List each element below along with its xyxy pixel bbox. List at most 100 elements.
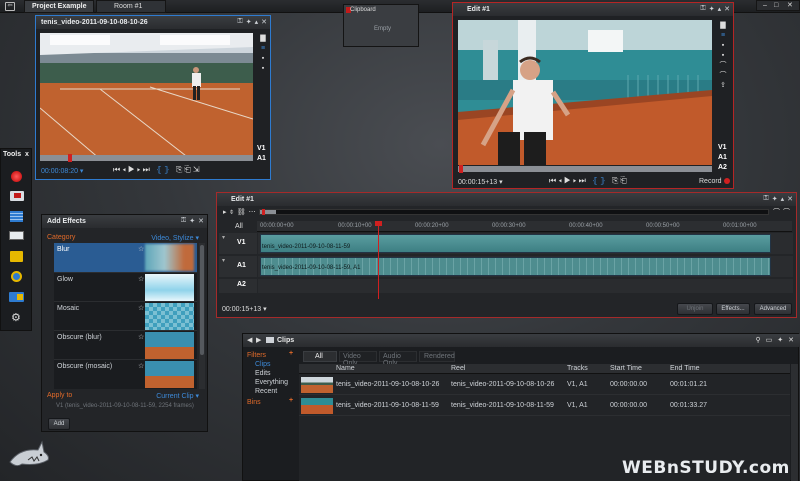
column-header-tracks[interactable]: Tracks: [567, 365, 588, 372]
square-icon[interactable]: ▪: [716, 51, 730, 61]
record-tool-icon[interactable]: [11, 171, 22, 182]
source-timecode[interactable]: 00:00:08:20 ▾: [41, 167, 83, 175]
snap-icon[interactable]: ⋯: [249, 209, 259, 216]
track-v1-label[interactable]: V1: [257, 144, 271, 154]
advanced-button[interactable]: Advanced: [754, 303, 792, 315]
favorite-star-icon[interactable]: ☆: [138, 362, 144, 370]
dock-icon[interactable]: ▴: [255, 18, 259, 26]
import-tool-icon[interactable]: [10, 191, 24, 201]
tools-close-icon[interactable]: x: [25, 151, 29, 158]
filter-clips[interactable]: Clips: [255, 361, 271, 368]
effect-item-obscure-mosaic[interactable]: Obscure (mosaic) ☆: [54, 359, 197, 389]
go-start-icon[interactable]: ⏮: [113, 165, 122, 174]
zoom-in-icon[interactable]: ⌒: [773, 207, 780, 217]
playhead-marker[interactable]: [68, 154, 72, 162]
column-header-reel[interactable]: Reel: [451, 365, 465, 372]
effects-scrollbar[interactable]: [199, 243, 205, 389]
mark-in-icon[interactable]: ⦃: [592, 176, 600, 185]
track-a2-label[interactable]: A2: [718, 163, 732, 173]
mark-in-icon[interactable]: ⦃: [156, 165, 164, 174]
track-lane-a1[interactable]: tenis_video-2011-09-10-08-11-59, A1: [258, 256, 793, 277]
edit-timecode[interactable]: 00:00:15+13 ▾: [458, 178, 503, 186]
tab-all[interactable]: All: [303, 351, 337, 362]
overwrite-icon[interactable]: ⎗: [184, 165, 192, 174]
close-icon[interactable]: ✕: [787, 195, 793, 203]
square-icon[interactable]: ▪: [257, 64, 269, 74]
play-icon[interactable]: ▶: [128, 165, 137, 174]
square-icon[interactable]: ▪: [716, 41, 730, 51]
track-a1-label[interactable]: A1: [718, 153, 732, 163]
table-row[interactable]: tenis_video-2011-09-10-08-10-26 tenis_vi…: [299, 375, 790, 395]
effect-item-obscure-blur[interactable]: Obscure (blur) ☆: [54, 330, 197, 359]
edit-scrub-bar[interactable]: [458, 165, 712, 173]
collapse-arrow-icon[interactable]: ▾: [222, 234, 225, 241]
folder-tool-icon[interactable]: [10, 251, 23, 262]
playhead-marker[interactable]: [459, 165, 463, 173]
folder-icon[interactable]: ▇: [257, 34, 269, 44]
detach-icon[interactable]: ⚿: [237, 18, 242, 26]
filter-edits[interactable]: Edits: [255, 370, 271, 377]
tab-audio-only[interactable]: Audio Only: [379, 351, 417, 367]
forward-arrow-icon[interactable]: ▶: [256, 336, 261, 344]
settings-tool-icon[interactable]: ⚙: [11, 311, 21, 324]
razor-icon[interactable]: ⌽: [230, 209, 237, 216]
add-filter-icon[interactable]: +: [289, 350, 293, 357]
view-icon[interactable]: ▭: [766, 336, 773, 344]
track-a1-label[interactable]: A1: [257, 154, 271, 164]
overview-playhead[interactable]: [262, 209, 265, 215]
exit-icon[interactable]: ⇦: [5, 2, 15, 11]
column-header-end-time[interactable]: End Time: [670, 365, 700, 372]
list-icon[interactable]: ≡: [257, 44, 269, 54]
column-header-name[interactable]: Name: [336, 365, 355, 372]
edit-video-frame[interactable]: [458, 20, 712, 165]
favorite-star-icon[interactable]: ☆: [138, 304, 144, 312]
go-start-icon[interactable]: ⏮: [549, 176, 558, 185]
keyboard-tool-icon[interactable]: [9, 231, 24, 240]
timeline-playhead[interactable]: [378, 221, 379, 299]
tab-video-only[interactable]: Video Only: [339, 351, 377, 367]
scroll-thumb[interactable]: [200, 245, 204, 355]
network-tool-icon[interactable]: [11, 271, 22, 282]
timeline-ruler[interactable]: 00:00:00+00 00:00:10+00 00:00:20+00 00:0…: [257, 221, 792, 232]
track-lane-a2[interactable]: [258, 279, 793, 293]
search-icon[interactable]: ⚲: [755, 336, 760, 344]
dock-icon[interactable]: ▴: [718, 5, 722, 13]
pin-icon[interactable]: ✦: [246, 18, 252, 26]
pin-icon[interactable]: ✦: [777, 336, 783, 344]
zoom-out-icon[interactable]: ⌒: [783, 207, 790, 217]
dock-icon[interactable]: ▴: [781, 195, 785, 203]
play-icon[interactable]: ▶: [564, 176, 573, 185]
clips-scrollbar[interactable]: [791, 364, 798, 481]
close-icon[interactable]: ✕: [198, 217, 204, 225]
effect-item-blur[interactable]: Blur ☆: [54, 243, 197, 272]
close-icon[interactable]: ✕: [724, 5, 730, 13]
favorite-star-icon[interactable]: ☆: [138, 245, 144, 253]
folder-icon[interactable]: ▇: [716, 21, 730, 31]
apply-to-dropdown[interactable]: Current Clip ▾: [156, 392, 199, 400]
go-end-icon[interactable]: ⏭: [579, 176, 588, 185]
close-icon[interactable]: ✕: [261, 18, 267, 26]
effect-item-glow[interactable]: Glow ☆: [54, 272, 197, 301]
back-arrow-icon[interactable]: ◀: [247, 336, 252, 344]
add-bin-icon[interactable]: +: [289, 397, 293, 404]
arc-icon[interactable]: ⌒: [716, 61, 730, 71]
favorite-star-icon[interactable]: ☆: [138, 275, 144, 283]
filter-recent[interactable]: Recent: [255, 388, 277, 395]
filter-everything[interactable]: Everything: [255, 379, 288, 386]
export-tool-icon[interactable]: [9, 292, 24, 302]
column-header-start-time[interactable]: Start Time: [610, 365, 642, 372]
timeline-playhead-handle[interactable]: [375, 221, 382, 226]
record-button[interactable]: [724, 178, 730, 184]
square-icon[interactable]: ▪: [257, 54, 269, 64]
unjoin-button[interactable]: Unjoin: [677, 303, 713, 315]
add-effect-button[interactable]: Add: [48, 418, 70, 430]
timeline-clip-a1[interactable]: tenis_video-2011-09-10-08-11-59, A1: [260, 257, 771, 276]
list-icon[interactable]: ≡: [716, 31, 730, 41]
go-end-icon[interactable]: ⏭: [143, 165, 152, 174]
arc-icon[interactable]: ⌒: [716, 71, 730, 81]
grid-tool-icon[interactable]: [10, 211, 23, 222]
overview-bar[interactable]: [259, 209, 769, 215]
room-tab[interactable]: Room #1: [96, 0, 166, 13]
pin-icon[interactable]: ✦: [189, 217, 195, 225]
track-lane-v1[interactable]: tenis_video-2011-09-10-08-11-59: [258, 233, 793, 254]
